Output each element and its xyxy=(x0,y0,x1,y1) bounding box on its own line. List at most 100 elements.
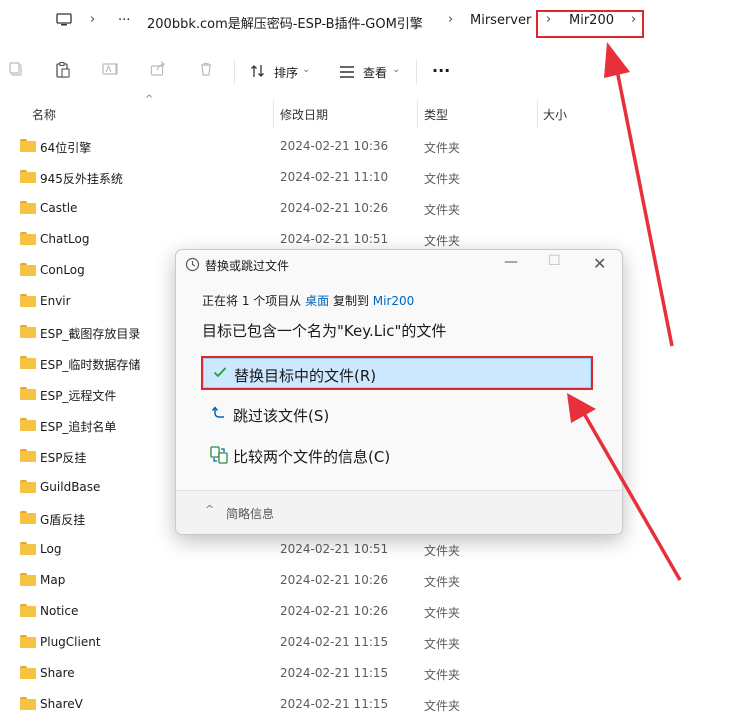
file-type: 文件夹 xyxy=(424,699,461,713)
file-date: 2024-02-21 10:51 xyxy=(280,542,389,556)
folder-icon xyxy=(20,294,36,307)
table-row[interactable]: Castle 2024-02-21 10:26 文件夹 xyxy=(0,193,754,224)
rename-icon[interactable] xyxy=(102,61,120,81)
column-header-date[interactable]: 修改日期 xyxy=(280,106,328,123)
this-pc-icon[interactable] xyxy=(56,12,72,31)
breadcrumb-item-mirserver[interactable]: Mirserver xyxy=(470,13,531,28)
table-row[interactable]: Share 2024-02-21 11:15 文件夹 xyxy=(0,658,754,689)
table-row[interactable]: 64位引擎 2024-02-21 10:36 文件夹 xyxy=(0,131,754,162)
folder-icon xyxy=(20,480,36,493)
file-name: ESP_远程文件 xyxy=(40,389,117,403)
file-date: 2024-02-21 11:15 xyxy=(280,697,389,711)
table-row[interactable]: 945反外挂系统 2024-02-21 11:10 文件夹 xyxy=(0,162,754,193)
table-row[interactable]: Map 2024-02-21 10:26 文件夹 xyxy=(0,565,754,596)
folder-icon xyxy=(20,511,36,524)
file-name: Envir xyxy=(40,294,71,308)
folder-icon xyxy=(20,573,36,586)
file-name: Map xyxy=(40,573,66,587)
column-header-type[interactable]: 类型 xyxy=(424,106,448,123)
folder-icon xyxy=(20,697,36,710)
view-button[interactable]: 查看 xyxy=(363,64,387,81)
compare-option[interactable]: 比较两个文件的信息(C) xyxy=(203,440,591,470)
copy-target-link[interactable]: Mir200 xyxy=(373,294,415,308)
folder-icon xyxy=(20,325,36,338)
table-row[interactable]: Log 2024-02-21 10:51 文件夹 xyxy=(0,534,754,565)
maximize-button[interactable]: ☐ xyxy=(548,253,561,269)
address-area: › ··· 200bbk.com是解压密码-ESP-B插件-GOM引擎 › Mi… xyxy=(0,0,754,44)
file-type: 文件夹 xyxy=(424,575,461,589)
dialog-heading: 目标已包含一个名为"Key.Lic"的文件 xyxy=(202,322,447,340)
file-date: 2024-02-21 10:51 xyxy=(280,232,389,246)
share-icon[interactable] xyxy=(150,61,166,81)
paste-icon[interactable] xyxy=(54,61,72,83)
breadcrumb-item-root[interactable]: 200bbk.com是解压密码-ESP-B插件-GOM引擎 xyxy=(147,13,423,32)
column-divider[interactable] xyxy=(273,100,274,128)
file-type: 文件夹 xyxy=(424,544,461,558)
folder-icon xyxy=(20,232,36,245)
chevron-right-icon[interactable]: › xyxy=(448,12,453,27)
file-type: 文件夹 xyxy=(424,668,461,682)
table-row[interactable]: ShareV 2024-02-21 11:15 文件夹 xyxy=(0,689,754,720)
dialog-title: 替换或跳过文件 xyxy=(205,259,290,273)
copy-status-prefix: 正在将 1 个项目从 xyxy=(202,294,302,308)
sort-button[interactable]: 排序 xyxy=(274,64,298,81)
skip-option-label: 跳过该文件(S) xyxy=(233,407,330,425)
folder-icon xyxy=(20,418,36,431)
file-type: 文件夹 xyxy=(424,141,461,155)
file-type: 文件夹 xyxy=(424,637,461,651)
file-name: Share xyxy=(40,666,75,680)
folder-icon xyxy=(20,604,36,617)
file-date: 2024-02-21 10:26 xyxy=(280,201,389,215)
column-header-name[interactable]: 名称 xyxy=(32,106,56,123)
details-toggle[interactable]: 简略信息 xyxy=(226,505,274,522)
file-name: Log xyxy=(40,542,62,556)
table-row[interactable]: Notice 2024-02-21 10:26 文件夹 xyxy=(0,596,754,627)
skip-arrow-icon xyxy=(211,405,227,424)
file-name: ConLog xyxy=(40,263,85,277)
clock-icon xyxy=(185,257,200,275)
command-bar: 排序 ⌄ 查看 ⌄ ··· xyxy=(0,52,754,92)
file-type: 文件夹 xyxy=(424,606,461,620)
chevron-down-icon[interactable]: ⌄ xyxy=(392,64,400,75)
toolbar-divider xyxy=(234,60,235,84)
folder-icon xyxy=(20,387,36,400)
highlight-box-replace xyxy=(201,356,593,390)
folder-icon xyxy=(20,263,36,276)
file-name: ESP_临时数据存储 xyxy=(40,358,141,372)
folder-icon xyxy=(20,170,36,183)
copy-status: 正在将 1 个项目从 桌面 复制到 Mir200 xyxy=(202,292,414,309)
file-date: 2024-02-21 10:36 xyxy=(280,139,389,153)
folder-icon xyxy=(20,542,36,555)
folder-icon xyxy=(20,635,36,648)
toolbar-divider xyxy=(416,60,417,84)
copy-icon[interactable] xyxy=(8,61,24,81)
more-options-button[interactable]: ··· xyxy=(432,61,450,80)
skip-option[interactable]: 跳过该文件(S) xyxy=(203,399,591,429)
chevron-up-icon[interactable]: ^ xyxy=(205,503,214,516)
column-header-size[interactable]: 大小 xyxy=(543,106,567,123)
close-button[interactable]: ✕ xyxy=(593,254,606,273)
sort-icon[interactable] xyxy=(250,63,266,83)
file-date: 2024-02-21 11:15 xyxy=(280,666,389,680)
column-divider[interactable] xyxy=(537,100,538,128)
compare-icon xyxy=(209,445,229,468)
column-divider[interactable] xyxy=(417,100,418,128)
copy-source-link[interactable]: 桌面 xyxy=(305,294,329,308)
folder-icon xyxy=(20,666,36,679)
chevron-down-icon[interactable]: ⌄ xyxy=(302,64,310,75)
file-name: PlugClient xyxy=(40,635,101,649)
file-name: ESP_追封名单 xyxy=(40,420,117,434)
delete-icon[interactable] xyxy=(198,61,214,81)
breadcrumb-more[interactable]: ··· xyxy=(118,13,130,28)
file-name: ESP_截图存放目录 xyxy=(40,327,141,341)
view-icon[interactable] xyxy=(339,64,355,83)
file-name: GuildBase xyxy=(40,480,101,494)
file-type: 文件夹 xyxy=(424,172,461,186)
file-name: Notice xyxy=(40,604,79,618)
file-name: ESP反挂 xyxy=(40,451,87,465)
table-row[interactable]: PlugClient 2024-02-21 11:15 文件夹 xyxy=(0,627,754,658)
file-date: 2024-02-21 11:10 xyxy=(280,170,389,184)
chevron-right-icon[interactable]: › xyxy=(90,12,95,27)
file-type: 文件夹 xyxy=(424,203,461,217)
minimize-button[interactable]: — xyxy=(504,254,518,270)
